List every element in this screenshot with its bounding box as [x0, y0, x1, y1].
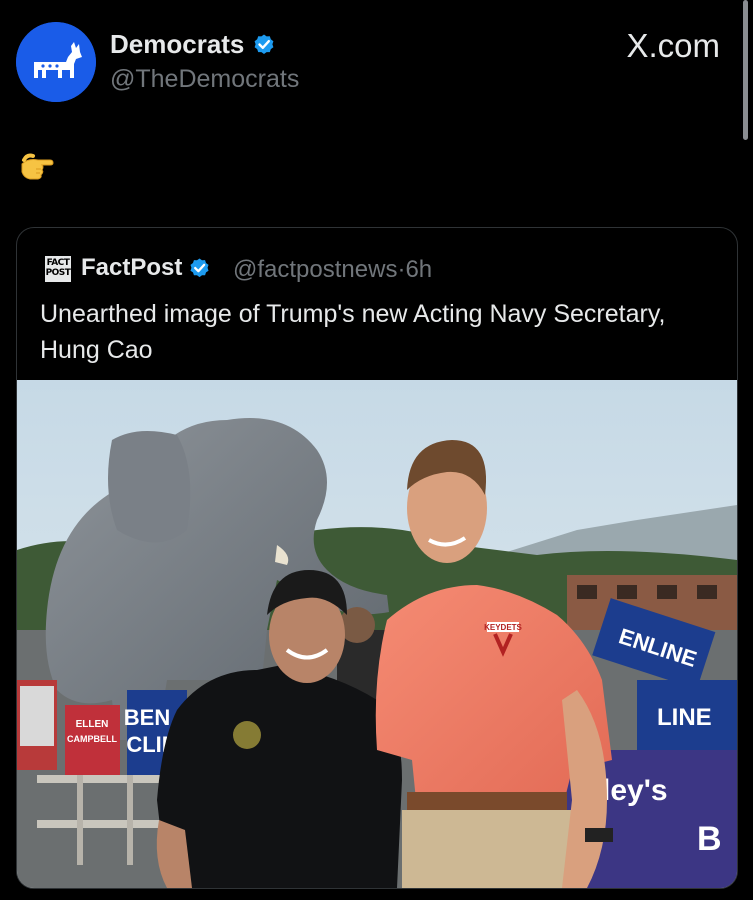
sign-mid-top: BEN [124, 705, 170, 730]
quoted-author-handle[interactable]: @factpostnews [233, 256, 397, 283]
quoted-post-text: Unearthed image of Trump's new Acting Na… [40, 300, 666, 364]
quoted-post-card[interactable]: FACT POST FactPost @factpostnews·6h Unear… [16, 227, 738, 889]
donkey-icon [16, 22, 96, 102]
sign-right-bottom: LINE [657, 704, 712, 731]
quoted-author-meta: @factpostnews·6h [233, 256, 432, 284]
pinching-hand-icon [18, 150, 56, 184]
verified-badge-icon [255, 34, 274, 54]
author-name[interactable]: Democrats [110, 29, 276, 60]
sign-left-bottom: CAMPBELL [67, 734, 117, 744]
author-name-text: Democrats [110, 29, 245, 59]
verified-badge-icon [190, 257, 209, 277]
post-time[interactable]: 6h [405, 256, 432, 283]
author-avatar[interactable] [16, 22, 96, 102]
shirt-logo: KEYDETS [484, 623, 522, 632]
sign-left-top: ELLEN [76, 719, 109, 730]
quoted-author-name-text: FactPost [81, 254, 183, 281]
photo-image: ELLEN CAMPBELL BEN CLIN EN LINE LINE all… [17, 380, 737, 888]
quoted-post-photo[interactable]: ELLEN CAMPBELL BEN CLIN EN LINE LINE all… [17, 380, 737, 888]
banner-line2: B [697, 820, 722, 858]
author-handle[interactable]: @TheDemocrats [110, 65, 299, 94]
scrollbar[interactable] [743, 0, 748, 140]
site-label: X.com [626, 27, 720, 64]
quoted-author-name[interactable]: FactPost [81, 254, 211, 282]
factpost-logo-icon: FACT POST [45, 256, 71, 282]
